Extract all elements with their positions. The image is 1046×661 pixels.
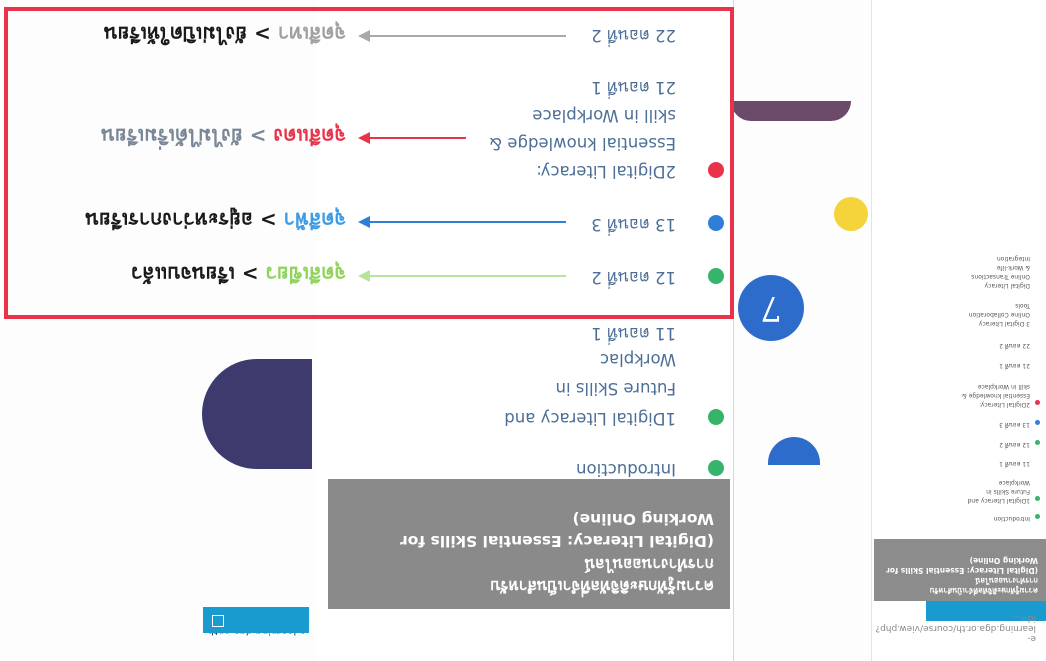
status-dot-red xyxy=(708,162,724,178)
purple-decoration xyxy=(731,101,851,121)
mini-item: Workplace xyxy=(998,479,1030,486)
outline-item-module2[interactable]: 2Digital Literacy: xyxy=(536,162,676,181)
mini-title-line: Working Online) xyxy=(969,555,1038,565)
mini-blue-dot xyxy=(1035,420,1040,425)
status-dot-blue xyxy=(708,215,724,231)
title-line-1: ความรู้ทักษะดิจิทัลที่จำเป็นสำหรับ xyxy=(490,577,714,595)
mini-red-dot xyxy=(1035,400,1040,405)
mini-item: & Work-life xyxy=(996,264,1030,271)
status-dot-green xyxy=(708,409,724,425)
outline-item-m2-part1[interactable]: 21 ตอนที่ 1 xyxy=(591,78,676,97)
arrow-head-red xyxy=(358,132,370,144)
mini-item[interactable]: Digital Literacy xyxy=(890,281,1030,289)
mini-item[interactable]: 21 ตอนที่ 1 xyxy=(890,361,1030,369)
navy-decoration xyxy=(202,359,312,469)
upside-down-document: e-learning.dga.or.th/course/view.php?id=… xyxy=(0,0,1046,661)
mini-item[interactable]: 3 Digital Literacy xyxy=(890,319,1030,327)
outline-item-module2-line2: Essential knowledge & xyxy=(489,134,676,153)
legend-done-text: > เรียนจบแล้ว xyxy=(131,262,266,286)
legend-notstarted-text: > ยังไม่ได้เริ่มเรียน xyxy=(101,124,274,148)
legend-inprogress-color: จุดสีฟ้า xyxy=(283,208,346,232)
arrow-head-green xyxy=(358,270,370,282)
arrow-red xyxy=(370,137,466,139)
blue-half-circle xyxy=(768,437,820,465)
mini-course-title: ความรู้ทักษะดิจิทัลที่จำเป็นสำหรับ การทำ… xyxy=(874,539,1046,601)
mini-item[interactable]: 1Digital Literacy and xyxy=(890,496,1030,504)
mini-item[interactable]: 13 ตอนที่ 3 xyxy=(890,420,1030,428)
mini-item: Online Collaboration xyxy=(968,311,1030,318)
legend-inprogress-text: > อยู่ระหว่างการเรียน xyxy=(85,208,284,232)
legend-locked-text: > ยังไม่เปิดให้เรียน xyxy=(103,22,278,46)
legend-notstarted-color: จุดสีแดง xyxy=(273,124,346,148)
expand-icon[interactable] xyxy=(212,615,224,627)
arrow-head-blue xyxy=(358,216,370,228)
outline-item-module1-line3: Workplac xyxy=(599,350,676,369)
mini-green-dot xyxy=(1035,514,1040,519)
title-line-3: (Digital Literacy: Essential Skills for xyxy=(400,532,714,551)
outline-item-m1-part2[interactable]: 12 ตอนที่ 2 xyxy=(591,268,676,287)
mini-item: Future Skills in xyxy=(986,488,1030,495)
mini-item[interactable]: 11 ตอนที่ 1 xyxy=(890,459,1030,467)
mini-address-text: e-learning.dga.or.th/course/view.php?id=… xyxy=(875,613,1036,643)
mini-title-line: การทำงานออนไลน์ xyxy=(975,575,1038,585)
mini-item[interactable]: Introduction xyxy=(890,514,1030,522)
outline-item-module2-line3: skill in Workplace xyxy=(532,106,676,125)
yellow-decoration xyxy=(834,197,868,231)
outline-item-module1[interactable]: 1Digital Literacy and xyxy=(504,409,676,428)
mini-item: Essential knowledge & xyxy=(962,392,1030,399)
outline-item-introduction[interactable]: Introduction xyxy=(576,460,676,479)
legend-done-color: จุดสีเขียว xyxy=(265,262,346,286)
status-dot-green xyxy=(708,460,724,476)
legend-done: จุดสีเขียว > เรียนจบแล้ว xyxy=(131,258,346,290)
arrow-gray xyxy=(370,35,566,37)
legend-in-progress: จุดสีฟ้า > อยู่ระหว่างการเรียน xyxy=(85,204,346,236)
arrow-green xyxy=(370,275,566,277)
mini-item: Tools xyxy=(1015,302,1030,309)
scanned-page: e-learning.dga.or.th/course/view.php?id=… xyxy=(0,0,1046,661)
step-number-badge: 7 xyxy=(738,275,804,341)
outline-item-module1-line2: Future Skills in xyxy=(555,379,676,398)
arrow-head-gray xyxy=(358,30,370,42)
outline-item-m2-part2[interactable]: 22 ตอนที่ 2 xyxy=(591,26,676,45)
legend-locked-color: จุดสีเทา xyxy=(277,22,346,46)
course-title-card: ความรู้ทักษะดิจิทัลที่จำเป็นสำหรับ การทำ… xyxy=(328,479,730,609)
course-sidebar-thumbnail: e-learning.dga.or.th/course/view.php?id=… xyxy=(871,0,1046,661)
status-dot-green xyxy=(708,268,724,284)
mini-item: skill in Workplace xyxy=(977,383,1030,390)
mini-green-dot xyxy=(1035,496,1040,501)
legend-locked: จุดสีเทา > ยังไม่เปิดให้เรียน xyxy=(104,18,346,50)
mini-item: Online Transactions xyxy=(971,273,1030,280)
mini-title-line: (Digital Literacy: Essential Skills for xyxy=(886,565,1038,575)
mini-item[interactable]: 22 ตอนที่ 2 xyxy=(890,341,1030,349)
title-line-4: Working Online) xyxy=(572,509,714,528)
arrow-blue xyxy=(370,221,566,223)
mini-item: Integration xyxy=(996,255,1030,262)
mini-item[interactable]: 12 ตอนที่ 2 xyxy=(890,440,1030,448)
outline-item-m1-part3[interactable]: 13 ตอนที่ 3 xyxy=(591,215,676,234)
outline-item-m1-part1[interactable]: 11 ตอนที่ 1 xyxy=(591,324,676,343)
title-line-2: การทำงานออนไลน์ xyxy=(584,554,714,573)
mini-item[interactable]: 2Digital Literacy: xyxy=(890,400,1030,408)
legend-not-started: จุดสีแดง > ยังไม่ได้เริ่มเรียน xyxy=(101,120,346,152)
mini-title-line: ความรู้ทักษะดิจิทัลที่จำเป็นสำหรับ xyxy=(929,586,1038,595)
mini-green-dot xyxy=(1035,440,1040,445)
